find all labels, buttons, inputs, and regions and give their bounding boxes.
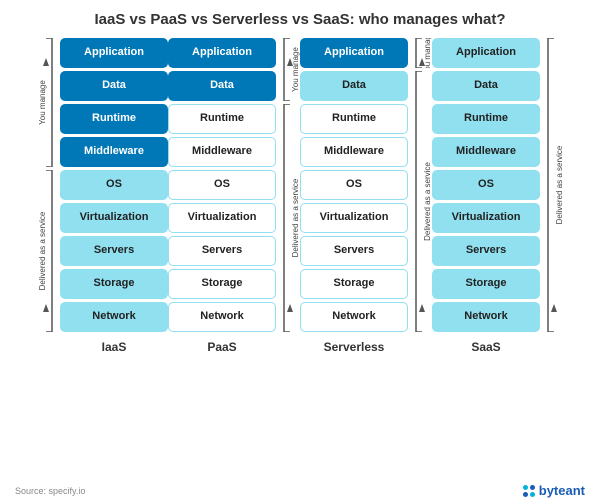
cell-data: Data [300,71,408,101]
cell-middleware: Middleware [60,137,168,167]
cell-os: OS [60,170,168,200]
svg-text:Delivered as a service: Delivered as a service [423,161,432,240]
col-label-iaas: IaaS [60,340,168,354]
cell-storage: Storage [168,269,276,299]
col-wrapper-paas: ApplicationDataRuntimeMiddlewareOSVirtua… [168,38,300,354]
cell-data: Data [168,71,276,101]
cell-network: Network [60,302,168,332]
cell-os: OS [432,170,540,200]
svg-text:You manage: You manage [38,79,47,124]
cell-network: Network [168,302,276,332]
cell-servers: Servers [432,236,540,266]
svg-text:Delivered as a service: Delivered as a service [38,211,47,290]
page-container: IaaS vs PaaS vs Serverless vs SaaS: who … [0,0,600,503]
col-wrapper-saas: ApplicationDataRuntimeMiddlewareOSVirtua… [432,38,564,354]
svg-text:Delivered as a service: Delivered as a service [291,178,300,257]
footer: Source: specify.io byteant [10,483,590,498]
paas-right-bracket: You manage Delivered as a service [278,38,300,332]
cell-virtualization: Virtualization [60,203,168,233]
col-wrapper-iaas: You manage Delivered as a service Applic… [36,38,168,354]
cell-application: Application [60,38,168,68]
cell-runtime: Runtime [168,104,276,134]
svg-text:Delivered as a service: Delivered as a service [555,145,564,224]
iaas-bracket: You manage Delivered as a service [36,38,58,332]
cell-runtime: Runtime [300,104,408,134]
cell-application: Application [168,38,276,68]
page-title: IaaS vs PaaS vs Serverless vs SaaS: who … [10,10,590,30]
cell-virtualization: Virtualization [168,203,276,233]
cell-network: Network [432,302,540,332]
cell-servers: Servers [60,236,168,266]
col-label-paas: PaaS [168,340,276,354]
col-wrapper-serverless: ApplicationDataRuntimeMiddlewareOSVirtua… [300,38,432,354]
cell-network: Network [300,302,408,332]
cell-application: Application [300,38,408,68]
cell-runtime: Runtime [432,104,540,134]
cell-middleware: Middleware [300,137,408,167]
logo: byteant [523,483,585,498]
cell-application: Application [432,38,540,68]
cell-data: Data [60,71,168,101]
saas-right-bracket: Delivered as a service [542,38,564,332]
source-text: Source: specify.io [15,486,85,496]
col-saas: ApplicationDataRuntimeMiddlewareOSVirtua… [432,38,540,354]
cell-os: OS [300,170,408,200]
cell-runtime: Runtime [60,104,168,134]
cell-middleware: Middleware [168,137,276,167]
col-iaas: ApplicationDataRuntimeMiddlewareOSVirtua… [60,38,168,354]
serverless-right-bracket: You manage Delivered as a service [410,38,432,332]
col-serverless: ApplicationDataRuntimeMiddlewareOSVirtua… [300,38,408,354]
cell-storage: Storage [60,269,168,299]
cell-servers: Servers [300,236,408,266]
svg-text:You manage: You manage [423,38,432,68]
cell-middleware: Middleware [432,137,540,167]
col-label-serverless: Serverless [300,340,408,354]
cell-data: Data [432,71,540,101]
col-paas: ApplicationDataRuntimeMiddlewareOSVirtua… [168,38,276,354]
svg-text:You manage: You manage [291,46,300,91]
cell-virtualization: Virtualization [432,203,540,233]
col-label-saas: SaaS [432,340,540,354]
cell-storage: Storage [432,269,540,299]
cell-servers: Servers [168,236,276,266]
cell-virtualization: Virtualization [300,203,408,233]
cell-storage: Storage [300,269,408,299]
cell-os: OS [168,170,276,200]
